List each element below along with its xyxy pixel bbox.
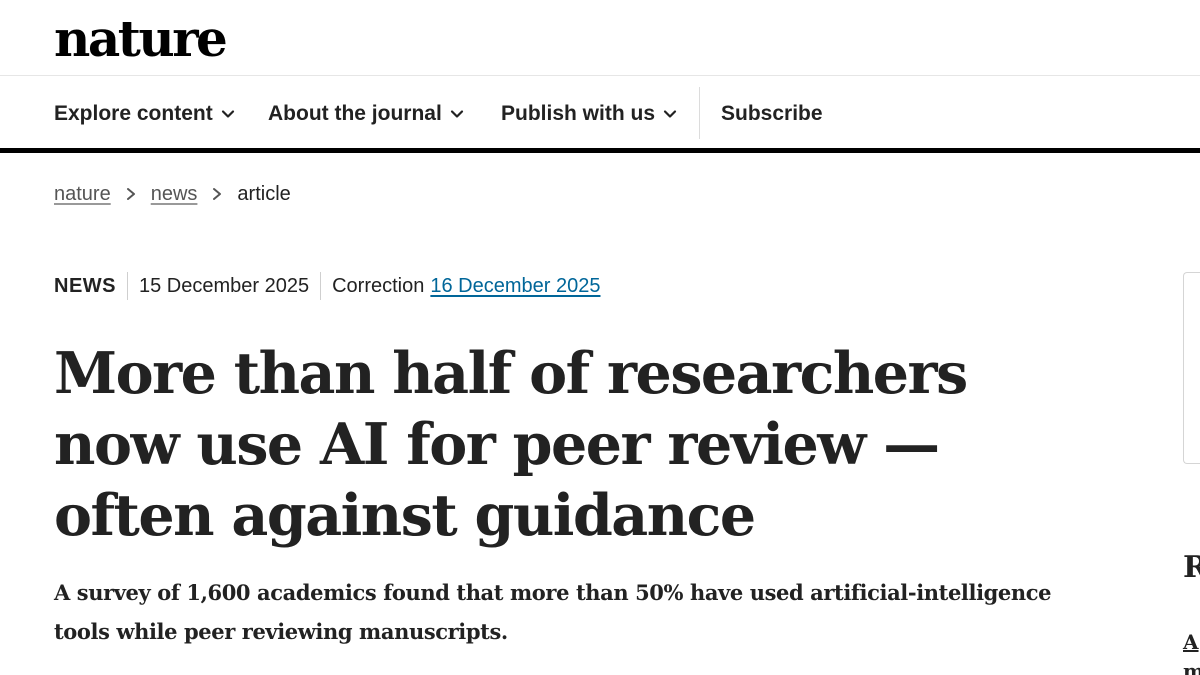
correction-date-link[interactable]: 16 December 2025 [430, 275, 600, 298]
nav-explore-content-label: Explore content [54, 102, 213, 125]
chevron-down-icon [221, 110, 234, 118]
sidebar-box [1183, 272, 1200, 464]
nav-publish-with-us-label: Publish with us [501, 102, 656, 125]
sidebar-heading: R [1183, 550, 1200, 585]
subscribe-link[interactable]: Subscribe [721, 99, 823, 129]
meta-divider [127, 272, 128, 300]
nav-publish-with-us[interactable]: Publish with us [501, 99, 677, 129]
main-nav: Explore content About the journal Publis… [0, 77, 1200, 149]
article-meta: NEWS 15 December 2025 Correction 16 Dece… [54, 271, 600, 301]
chevron-down-icon [450, 110, 463, 118]
nav-bottom-rule [0, 148, 1200, 153]
article-title: More than half of researchers now use AI… [54, 340, 968, 549]
breadcrumb-news[interactable]: news [151, 183, 198, 206]
sidebar-link[interactable]: A [1183, 628, 1199, 656]
correction-label: Correction [332, 274, 425, 297]
breadcrumb: nature news article [54, 180, 291, 208]
chevron-right-icon [213, 188, 222, 200]
nav-about-the-journal[interactable]: About the journal [268, 99, 464, 129]
nav-divider [699, 87, 700, 139]
nav-about-the-journal-label: About the journal [268, 102, 442, 125]
sidebar-link-text: m [1183, 659, 1200, 675]
chevron-right-icon [126, 188, 135, 200]
chevron-down-icon [663, 110, 677, 118]
published-date: 15 December 2025 [139, 274, 310, 297]
article-type: NEWS [54, 274, 116, 297]
nature-logo[interactable]: nature [54, 8, 228, 70]
article-standfirst: A survey of 1,600 academics found that m… [54, 580, 1052, 644]
breadcrumb-article: article [237, 182, 291, 205]
breadcrumb-nature[interactable]: nature [54, 183, 111, 206]
nav-explore-content[interactable]: Explore content [54, 99, 235, 129]
site-header: nature [0, 0, 1200, 76]
meta-divider [320, 272, 322, 300]
